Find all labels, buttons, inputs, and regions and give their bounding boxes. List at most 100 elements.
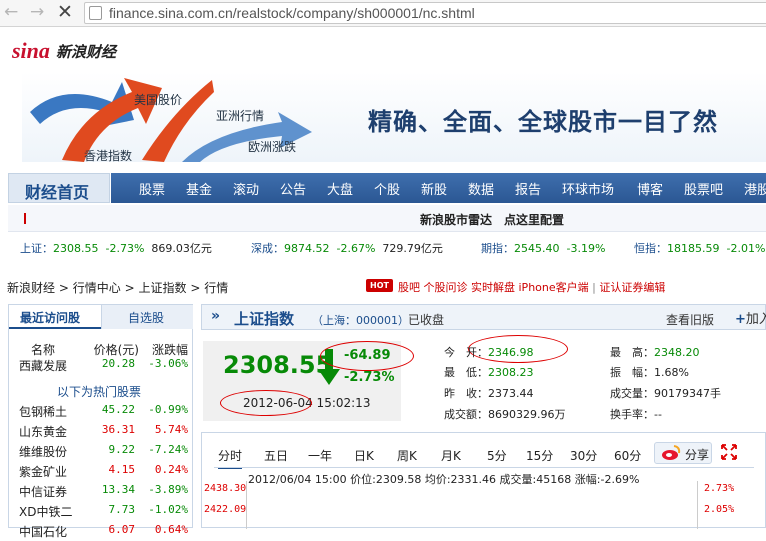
breadcrumb: 新浪财经 > 行情中心 > 上证指数 > 行情: [7, 279, 228, 296]
tab-monthly-k[interactable]: 月K: [441, 447, 461, 464]
link-iphone[interactable]: iPhone客户端: [519, 281, 589, 294]
table-row[interactable]: XD中铁二 7.73 -1.02%: [9, 501, 193, 521]
nav-item-stockbar[interactable]: 股票吧: [684, 179, 723, 198]
fullscreen-icon[interactable]: [721, 444, 737, 460]
links-divider: |: [592, 281, 596, 294]
quote-turnover-rate: 换手率：--: [610, 408, 662, 421]
current-price: 2308.55: [223, 351, 333, 379]
sina-finance-logo-text[interactable]: 新浪财经: [56, 41, 116, 62]
table-row[interactable]: 包钢稀土 45.22 -0.99%: [9, 401, 193, 421]
tab-custom-label: 自选股: [128, 311, 165, 325]
nav-item-notice[interactable]: 公告: [280, 179, 306, 198]
breadcrumb-item[interactable]: 新浪财经: [7, 281, 55, 295]
index-sz[interactable]: 深成：9874.52 -2.67% 729.79亿元: [251, 240, 443, 256]
tab-custom[interactable]: 自选股: [101, 305, 193, 329]
index-futures[interactable]: 期指：2545.40 -3.19%: [481, 240, 605, 256]
table-row[interactable]: 中国石化 6.07 0.64%: [9, 521, 193, 541]
page-icon: [89, 6, 102, 20]
radar-config-link[interactable]: 新浪股市雷达 点这里配置: [420, 211, 564, 228]
breadcrumb-sep: >: [190, 281, 201, 295]
hot-title: 以下为热门股票: [57, 385, 142, 399]
quote-open: 今 开：2346.98: [444, 346, 534, 359]
link-live[interactable]: 实时解盘: [471, 281, 515, 294]
table-row[interactable]: 西藏发展 20.28 -3.06%: [9, 355, 193, 375]
tab-weekly-k[interactable]: 周K: [397, 447, 417, 464]
index-code: （上海：000001）: [312, 314, 409, 327]
quote-high: 最 高：2348.20: [610, 346, 700, 359]
hot-badge: HOT: [366, 279, 393, 292]
nav-home[interactable]: 财经首页: [8, 173, 110, 203]
annotation-ellipse: [220, 390, 312, 416]
stop-icon[interactable]: ✕: [57, 1, 73, 23]
index-title: 上证指数: [234, 310, 295, 328]
annotation-ellipse: [320, 341, 414, 371]
banner-arrows-graphic: [30, 78, 312, 162]
breadcrumb-sep: >: [124, 281, 135, 295]
chart-plot-area[interactable]: [246, 481, 698, 529]
share-button[interactable]: 分享: [654, 442, 712, 464]
double-chevron-icon: »: [211, 308, 221, 324]
quote-volume: 成交量：90179347手: [610, 387, 721, 400]
nav-home-label: 财经首页: [25, 183, 90, 202]
nav-item-rolling[interactable]: 滚动: [233, 179, 259, 198]
nav-item-individual[interactable]: 个股: [374, 179, 400, 198]
main-nav: 股票 基金 滚动 公告 大盘 个股 新股 数据 报告 环球市场 博客 股票吧 港…: [111, 173, 766, 203]
forward-icon[interactable]: →: [30, 2, 44, 22]
address-bar[interactable]: finance.sina.com.cn/realstock/company/sh…: [84, 2, 766, 24]
radar-bar: 新浪股市雷达 点这里配置: [8, 205, 766, 232]
index-sh[interactable]: 上证：2308.55 -2.73% 869.03亿元: [20, 240, 212, 256]
index-header: » 上证指数 （上海：000001） 已收盘 查看旧版 +加入: [201, 304, 766, 330]
old-version-link[interactable]: 查看旧版: [666, 311, 714, 328]
quote-low: 最 低：2308.23: [444, 366, 534, 379]
breadcrumb-item[interactable]: 上证指数: [138, 281, 186, 295]
tab-recent[interactable]: 最近访问股: [9, 305, 101, 329]
link-editor[interactable]: 证认证券编辑: [599, 281, 665, 294]
tab-60min[interactable]: 60分: [614, 447, 641, 464]
tab-5min[interactable]: 5分: [487, 447, 507, 464]
nav-item-market[interactable]: 大盘: [327, 179, 353, 198]
breadcrumb-item[interactable]: 行情中心: [73, 281, 121, 295]
banner-label-hk: 香港指数: [84, 149, 133, 163]
banner[interactable]: 美国股价 亚洲行情 香港指数 欧洲涨跌 精确、全面、全球股市一目了然: [22, 72, 766, 163]
nav-item-funds[interactable]: 基金: [186, 179, 212, 198]
axis-left-label: 2438.30: [204, 483, 247, 494]
quote-prev-close: 昨 收：2373.44: [444, 387, 534, 400]
nav-item-report[interactable]: 报告: [515, 179, 541, 198]
sina-logo[interactable]: sina: [12, 38, 50, 64]
link-diagnose[interactable]: 个股问诊: [424, 281, 468, 294]
nav-item-data[interactable]: 数据: [468, 179, 494, 198]
quote-turnover: 成交额：8690329.96万: [444, 408, 566, 421]
url-text: finance.sina.com.cn/realstock/company/sh…: [109, 5, 475, 21]
nav-item-blog[interactable]: 博客: [637, 179, 663, 198]
banner-label-asia: 亚洲行情: [216, 109, 265, 123]
add-watchlist-button[interactable]: +加入: [735, 308, 766, 327]
tab-1year[interactable]: 一年: [308, 447, 332, 464]
table-row[interactable]: 中信证券 13.34 -3.89%: [9, 481, 193, 501]
banner-slogan: 精确、全面、全球股市一目了然: [368, 108, 718, 136]
back-icon[interactable]: ←: [4, 2, 18, 22]
nav-item-global[interactable]: 环球市场: [562, 179, 614, 198]
tab-5day[interactable]: 五日: [264, 447, 288, 464]
tab-daily-k[interactable]: 日K: [354, 447, 374, 464]
link-guba[interactable]: 股吧: [398, 281, 420, 294]
table-row[interactable]: 紫金矿业 4.15 0.24%: [9, 461, 193, 481]
chart-panel: 分时 五日 一年 日K 周K 月K 5分 15分 30分 60分 分享 2012…: [201, 432, 766, 529]
table-row[interactable]: 山东黄金 36.31 5.74%: [9, 421, 193, 441]
index-hsi[interactable]: 恒指：18185.59 -2.01%: [634, 240, 765, 256]
banner-label-europe: 欧洲涨跌: [248, 140, 297, 154]
nav-item-ipo[interactable]: 新股: [421, 179, 447, 198]
tab-30min[interactable]: 30分: [570, 447, 597, 464]
axis-right-label: 2.05%: [704, 504, 735, 515]
share-label: 分享: [685, 448, 710, 462]
market-status: 已收盘: [408, 313, 445, 327]
tab-intraday[interactable]: 分时: [218, 447, 243, 469]
breadcrumb-sep: >: [58, 281, 69, 295]
tab-15min[interactable]: 15分: [526, 447, 553, 464]
nav-item-hk[interactable]: 港股: [744, 179, 766, 198]
nav-item-stocks[interactable]: 股票: [139, 179, 165, 198]
axis-right-label: 2.73%: [704, 483, 735, 494]
price-change-pct: -2.73%: [344, 370, 395, 385]
tab-recent-label: 最近访问股: [20, 311, 81, 325]
table-row[interactable]: 维维股份 9.22 -7.24%: [9, 441, 193, 461]
recent-stocks-panel: 最近访问股 自选股 名称 价格(元) 涨跌幅 西藏发展 20.28 -3.06%…: [8, 304, 193, 539]
